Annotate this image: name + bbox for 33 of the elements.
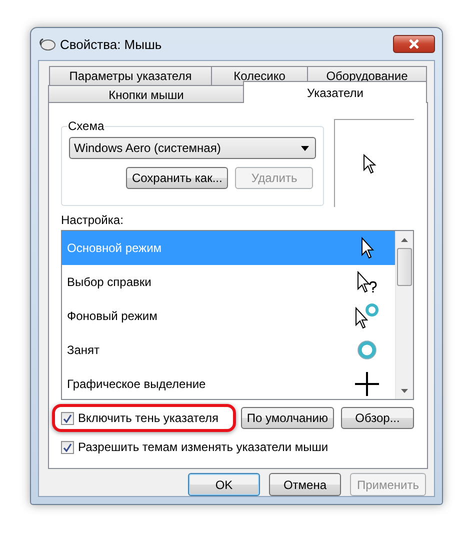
dropdown-arrow-icon <box>301 146 310 150</box>
mouse-icon <box>38 37 56 51</box>
checkmark-icon <box>63 414 72 422</box>
scheme-button[interactable]: Сохранить как... <box>126 167 228 189</box>
scroll-down-icon[interactable] <box>401 388 408 392</box>
tab[interactable]: Параметры указателя <box>49 66 212 85</box>
group-legend: Схема <box>67 119 106 133</box>
busy-ring-icon <box>357 340 377 360</box>
cursor-list-item[interactable]: Занят <box>62 333 395 367</box>
working-cursor-icon <box>355 303 379 329</box>
cursor-list-item[interactable]: Выбор справки <box>62 265 395 299</box>
scroll-up-icon[interactable] <box>401 238 408 242</box>
crosshair-icon <box>355 372 379 396</box>
close-button[interactable] <box>393 35 435 53</box>
close-icon <box>408 39 420 49</box>
scrollbar[interactable] <box>395 231 413 399</box>
arrow-cursor-icon <box>363 154 378 174</box>
dialog-button[interactable]: Отмена <box>269 473 341 496</box>
cursor-list-item[interactable]: Графическое выделение <box>62 367 395 399</box>
dialog-button[interactable]: OK <box>188 473 260 496</box>
checkbox-option[interactable]: Разрешить темам изменять указатели мыши <box>52 433 346 461</box>
option-button[interactable]: По умолчанию <box>240 407 334 429</box>
option-button[interactable]: Обзор... <box>341 407 414 429</box>
help-cursor-icon <box>357 271 377 293</box>
customize-label: Настройка: <box>61 213 124 227</box>
checkmark-icon <box>63 442 72 452</box>
tab[interactable]: Указатели <box>243 81 427 103</box>
arrow-cursor-icon <box>360 237 374 259</box>
cursor-list-item[interactable]: Фоновый режим <box>62 299 395 333</box>
checkbox-option[interactable]: Включить тень указателя <box>52 404 236 432</box>
window-title: Свойства: Мышь <box>60 36 162 52</box>
scrollbar-thumb[interactable] <box>397 248 412 286</box>
scheme-dropdown[interactable]: Windows Aero (системная) <box>69 137 316 159</box>
